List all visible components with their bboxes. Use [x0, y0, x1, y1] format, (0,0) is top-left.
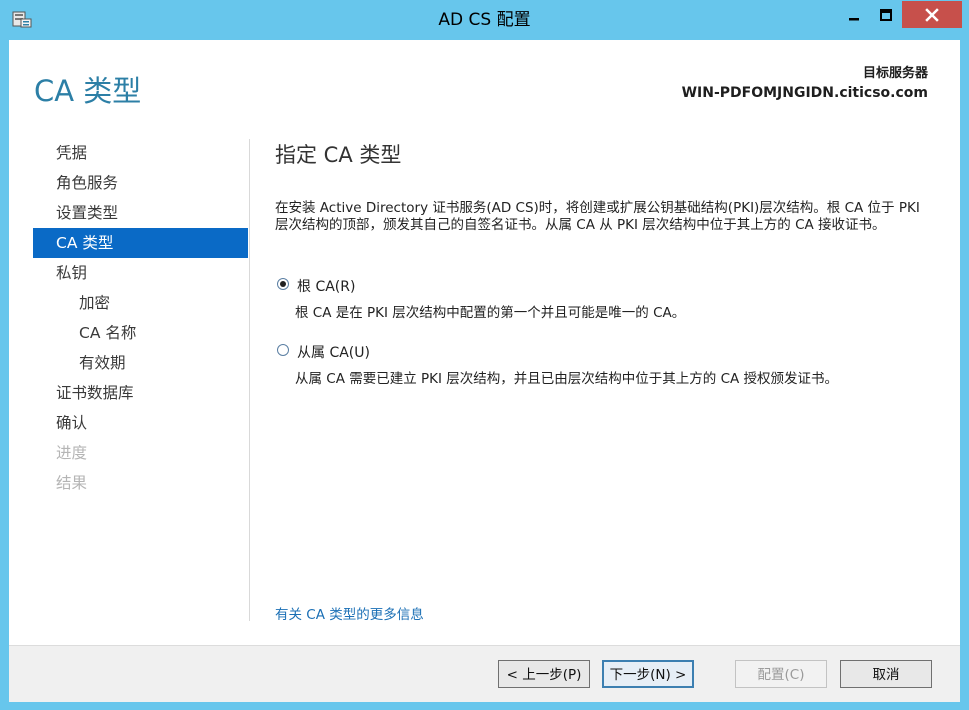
subordinate-ca-description: 从属 CA 需要已建立 PKI 层次结构，并且已由层次结构中位于其上方的 CA … [295, 371, 839, 387]
next-button[interactable]: 下一步(N) > [602, 660, 694, 688]
target-server-name: WIN-PDFOMJNGIDN.citicso.com [681, 85, 928, 101]
title-bar[interactable]: AD CS 配置 [0, 0, 969, 40]
wizard-content: CA 类型 目标服务器 WIN-PDFOMJNGIDN.citicso.com … [9, 40, 960, 702]
nav-divider [249, 139, 250, 621]
more-info-link[interactable]: 有关 CA 类型的更多信息 [275, 603, 424, 623]
nav-item-results: 结果 [56, 474, 88, 492]
root-ca-radio[interactable] [277, 278, 289, 290]
nav-item-ca-type[interactable]: CA 类型 [33, 228, 248, 258]
page-title: CA 类型 [34, 74, 142, 108]
nav-item-ca-name[interactable]: CA 名称 [33, 318, 248, 348]
nav-item-progress: 进度 [56, 444, 88, 462]
maximize-icon [880, 8, 892, 21]
cancel-button[interactable]: 取消 [840, 660, 932, 688]
target-server-label: 目标服务器 [862, 66, 928, 81]
window-frame: AD CS 配置 CA 类型 目标服务器 WIN-PDFOMJNGIDN.cit… [0, 0, 969, 710]
close-icon [925, 7, 939, 22]
minimize-icon [849, 17, 859, 20]
wizard-nav: 凭据 角色服务 设置类型 CA 类型 私钥 加密 CA 名称 有效期 证书数据库… [33, 138, 248, 498]
nav-item-credentials[interactable]: 凭据 [33, 138, 248, 168]
nav-item-confirmation[interactable]: 确认 [33, 408, 248, 438]
nav-item-certificate-database[interactable]: 证书数据库 [33, 378, 248, 408]
nav-item-validity-period[interactable]: 有效期 [33, 348, 248, 378]
nav-item-cryptography[interactable]: 加密 [33, 288, 248, 318]
root-ca-description: 根 CA 是在 PKI 层次结构中配置的第一个并且可能是唯一的 CA。 [295, 305, 686, 321]
radio-selected-dot [280, 281, 286, 287]
nav-item-role-services[interactable]: 角色服务 [33, 168, 248, 198]
minimize-button[interactable] [838, 1, 870, 28]
previous-button[interactable]: < 上一步(P) [498, 660, 590, 688]
configure-button: 配置(C) [735, 660, 827, 688]
section-title: 指定 CA 类型 [275, 143, 402, 167]
ca-type-description: 在安装 Active Directory 证书服务(AD CS)时，将创建或扩展… [275, 200, 920, 233]
maximize-button[interactable] [870, 1, 902, 28]
subordinate-ca-radio[interactable] [277, 344, 289, 356]
nav-item-setup-type[interactable]: 设置类型 [33, 198, 248, 228]
nav-item-private-key[interactable]: 私钥 [33, 258, 248, 288]
root-ca-label[interactable]: 根 CA(R) [297, 276, 355, 296]
wizard-footer: < 上一步(P) 下一步(N) > 配置(C) 取消 [9, 645, 960, 702]
close-button[interactable] [902, 1, 962, 28]
window-title: AD CS 配置 [438, 10, 531, 30]
subordinate-ca-label[interactable]: 从属 CA(U) [297, 342, 370, 362]
